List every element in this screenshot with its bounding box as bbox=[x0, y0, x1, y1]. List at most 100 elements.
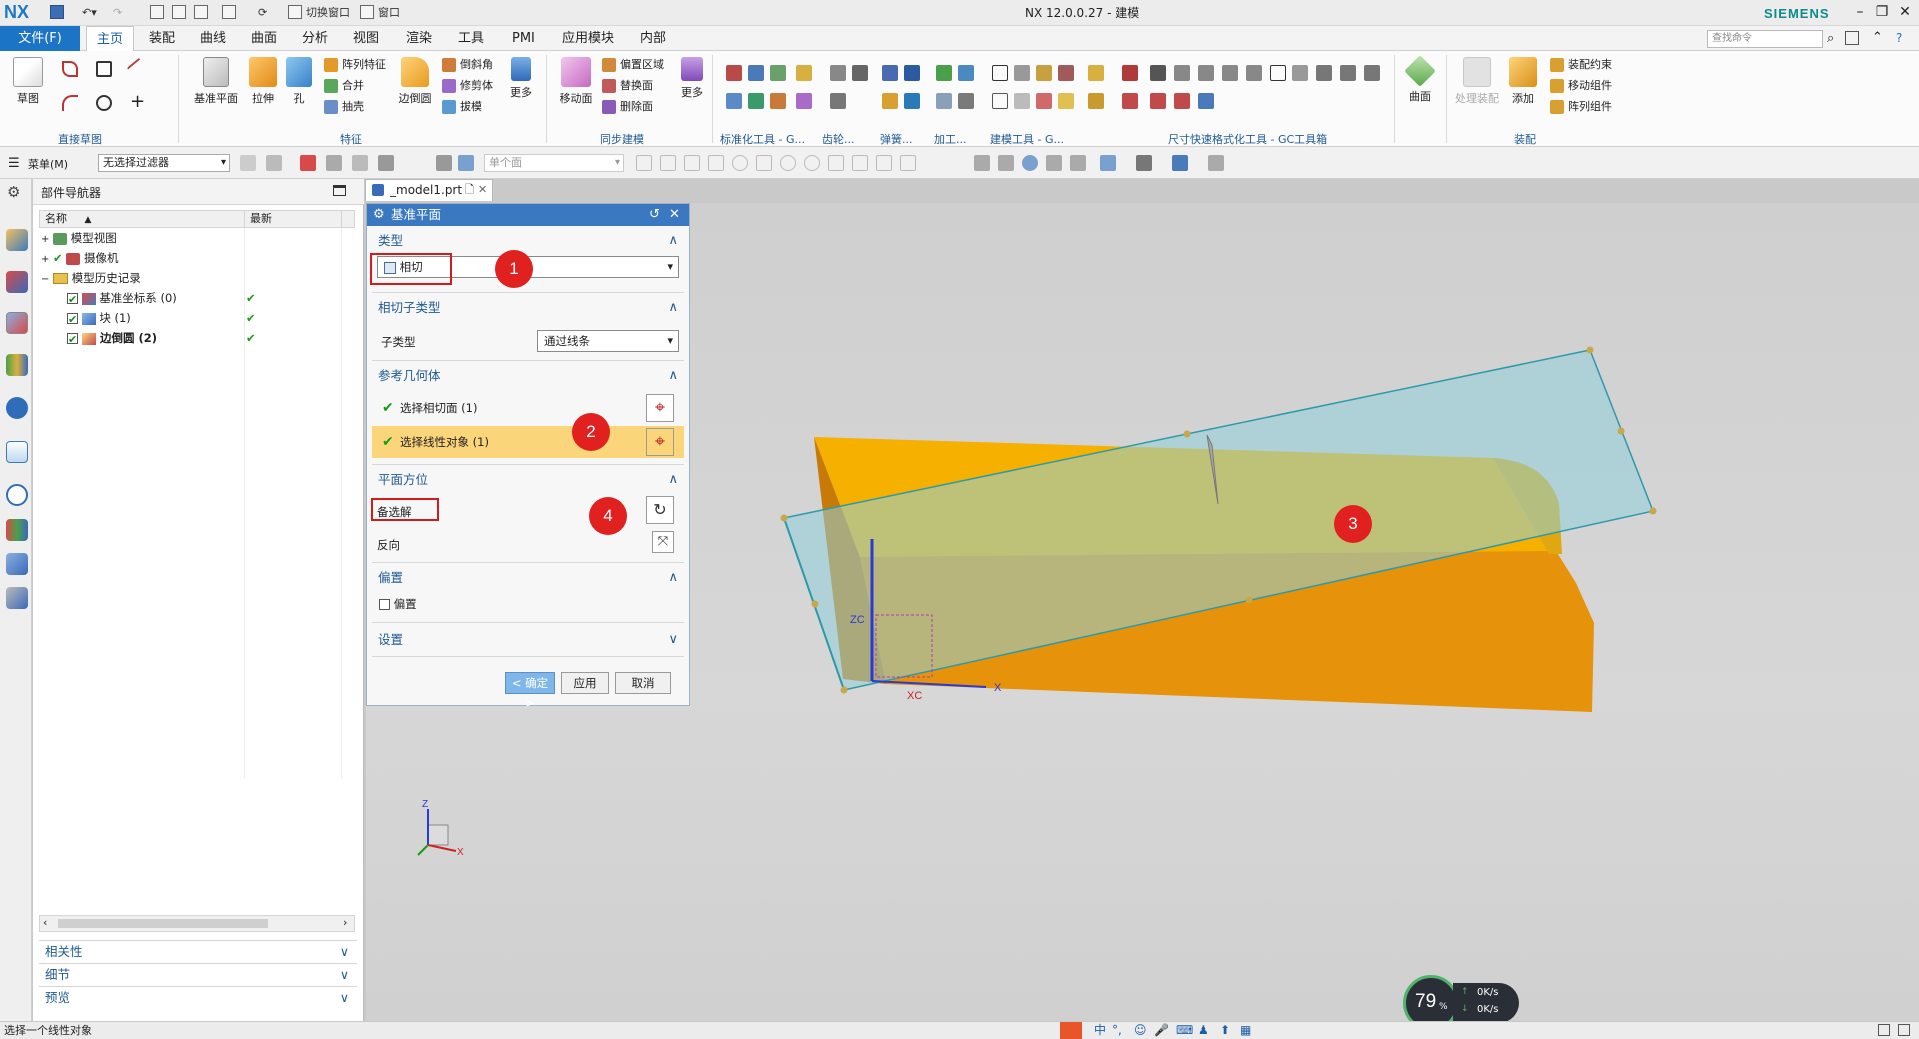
extrude-button[interactable]: 拉伸 bbox=[245, 57, 281, 106]
select-tangent-face-row[interactable]: ✔ 选择相切面 (1) bbox=[372, 392, 684, 424]
tree-item-model-views[interactable]: + 模型视图 bbox=[41, 228, 351, 248]
sketch-button[interactable]: 草图 bbox=[8, 57, 48, 106]
machining-icon[interactable] bbox=[936, 93, 952, 109]
shell-button[interactable]: 抽壳 bbox=[322, 97, 364, 117]
more-features-button[interactable]: 更多 bbox=[506, 57, 536, 100]
modeling-tool-icon[interactable] bbox=[1058, 65, 1074, 81]
spring-icon[interactable] bbox=[882, 65, 898, 81]
view-icon[interactable] bbox=[458, 155, 474, 171]
delete-face-button[interactable]: 删除面 bbox=[600, 97, 653, 117]
snap-point-icon[interactable] bbox=[756, 155, 772, 171]
apply-button[interactable]: 应用 bbox=[561, 672, 609, 694]
scroll-right-icon[interactable]: › bbox=[343, 916, 347, 929]
close-tab-icon[interactable]: ✕ bbox=[478, 180, 487, 200]
main-menu-button[interactable]: 菜单(M) bbox=[28, 156, 68, 172]
snap-point-icon[interactable] bbox=[900, 155, 916, 171]
section-plane-orientation[interactable]: 平面方位 ∧ bbox=[372, 468, 684, 492]
tab-analysis[interactable]: 分析 bbox=[292, 26, 338, 51]
dim-format-icon[interactable] bbox=[1122, 93, 1138, 109]
help-icon[interactable]: ? bbox=[1896, 31, 1902, 45]
paste-icon[interactable] bbox=[194, 5, 208, 19]
machining-icon[interactable] bbox=[936, 65, 952, 81]
collapse-icon[interactable]: − bbox=[41, 274, 49, 285]
undo-icon[interactable]: ↶▾ bbox=[82, 4, 97, 22]
add-component-button[interactable]: 添加 bbox=[1506, 57, 1540, 106]
file-tab[interactable]: _model1.prt 🗋 ✕ bbox=[365, 179, 493, 201]
surface-button[interactable]: 曲面 bbox=[1402, 55, 1438, 104]
render-icon[interactable] bbox=[974, 155, 990, 171]
gear-icon[interactable]: ⚙ bbox=[7, 183, 20, 201]
snap-point-icon[interactable] bbox=[732, 155, 748, 171]
roles-icon[interactable] bbox=[6, 553, 28, 575]
curve-rule-select[interactable]: 单个面 bbox=[484, 154, 624, 172]
snap-point-icon[interactable] bbox=[804, 155, 820, 171]
move-component-button[interactable]: 移动组件 bbox=[1548, 76, 1612, 96]
pattern-feature-button[interactable]: 阵列特征 bbox=[322, 55, 386, 75]
plane-handle[interactable] bbox=[780, 514, 788, 522]
gc-tool-icon[interactable] bbox=[726, 65, 742, 81]
gc-tool-icon[interactable] bbox=[796, 65, 812, 81]
spring-icon[interactable] bbox=[904, 65, 920, 81]
expand-icon[interactable]: + bbox=[41, 254, 49, 265]
circle-icon[interactable] bbox=[96, 95, 112, 111]
dim-format-icon[interactable] bbox=[1150, 65, 1166, 81]
history-palette-icon[interactable] bbox=[6, 441, 28, 463]
file-menu[interactable]: 文件(F) bbox=[0, 26, 80, 51]
tree-item-cameras[interactable]: + ✔ 摄像机 bbox=[41, 248, 351, 268]
filter-icon[interactable] bbox=[240, 155, 256, 171]
process-assembly-button[interactable]: 处理装配 bbox=[1452, 57, 1502, 106]
tab-assembly[interactable]: 装配 bbox=[139, 26, 185, 51]
panel-dependencies[interactable]: 相关性 ∨ bbox=[39, 940, 357, 962]
close-dialog-icon[interactable]: ✕ bbox=[669, 204, 680, 226]
datum-plane-button[interactable]: 基准平面 bbox=[190, 57, 242, 106]
save-icon[interactable] bbox=[50, 5, 64, 19]
render-style-icon[interactable] bbox=[1136, 155, 1152, 171]
visibility-checkbox[interactable] bbox=[67, 290, 78, 310]
snap-point-icon[interactable] bbox=[876, 155, 892, 171]
ime-tools-icon[interactable]: ▦ bbox=[1240, 1022, 1251, 1039]
gc-tool-icon[interactable] bbox=[748, 93, 764, 109]
status-icon[interactable] bbox=[1878, 1024, 1890, 1036]
tool-icon[interactable] bbox=[1088, 93, 1104, 109]
rotate-icon[interactable] bbox=[1022, 155, 1038, 171]
plane-handle[interactable] bbox=[1183, 430, 1191, 438]
view-icon[interactable] bbox=[436, 155, 452, 171]
ribbon-options-icon[interactable] bbox=[1845, 31, 1859, 45]
gear-icon[interactable]: ⚙ bbox=[373, 204, 385, 226]
dim-format-icon[interactable] bbox=[1198, 65, 1214, 81]
snap-point-icon[interactable] bbox=[708, 155, 724, 171]
modeling-tool-icon[interactable] bbox=[1014, 65, 1030, 81]
tab-curve[interactable]: 曲线 bbox=[190, 26, 236, 51]
line-icon[interactable] bbox=[126, 57, 150, 81]
panel-preview[interactable]: 预览 ∨ bbox=[39, 986, 357, 1008]
view-triad[interactable]: Z X bbox=[417, 799, 464, 858]
replace-face-button[interactable]: 替换面 bbox=[600, 76, 653, 96]
pattern-component-button[interactable]: 阵列组件 bbox=[1548, 97, 1612, 117]
orient-view-icon[interactable] bbox=[1100, 155, 1116, 171]
arc-icon[interactable] bbox=[62, 95, 78, 111]
ime-skin-icon[interactable]: ⬆ bbox=[1220, 1022, 1230, 1039]
horizontal-scrollbar[interactable]: ‹ › bbox=[39, 915, 355, 932]
scroll-thumb[interactable] bbox=[58, 919, 268, 928]
switch-window-button[interactable]: 切换窗口 bbox=[306, 4, 350, 22]
ime-voice-icon[interactable]: 🎤 bbox=[1154, 1022, 1169, 1039]
dim-format-icon[interactable] bbox=[1292, 65, 1308, 81]
machining-icon[interactable] bbox=[958, 65, 974, 81]
panel-details[interactable]: 细节 ∨ bbox=[39, 963, 357, 985]
render-icon[interactable] bbox=[998, 155, 1014, 171]
display-icon[interactable] bbox=[1208, 155, 1224, 171]
tab-applications[interactable]: 应用模块 bbox=[552, 26, 624, 51]
plane-handle[interactable] bbox=[1586, 346, 1594, 354]
snap-point-icon[interactable] bbox=[828, 155, 844, 171]
offset-checkbox[interactable]: 偏置 bbox=[379, 596, 417, 612]
minimize-icon[interactable]: – bbox=[1850, 3, 1870, 21]
tab-view[interactable]: 视图 bbox=[343, 26, 389, 51]
snap-point-icon[interactable] bbox=[684, 155, 700, 171]
tree-item-history[interactable]: − 模型历史记录 bbox=[41, 268, 351, 288]
render-icon[interactable] bbox=[1070, 155, 1086, 171]
plane-handle[interactable] bbox=[1649, 507, 1657, 515]
repeat-command-icon[interactable]: ⟳ bbox=[258, 4, 267, 22]
subtype-select[interactable]: 通过线条 bbox=[537, 330, 679, 352]
more-sync-button[interactable]: 更多 bbox=[676, 57, 708, 100]
tab-pmi[interactable]: PMI bbox=[502, 26, 545, 51]
